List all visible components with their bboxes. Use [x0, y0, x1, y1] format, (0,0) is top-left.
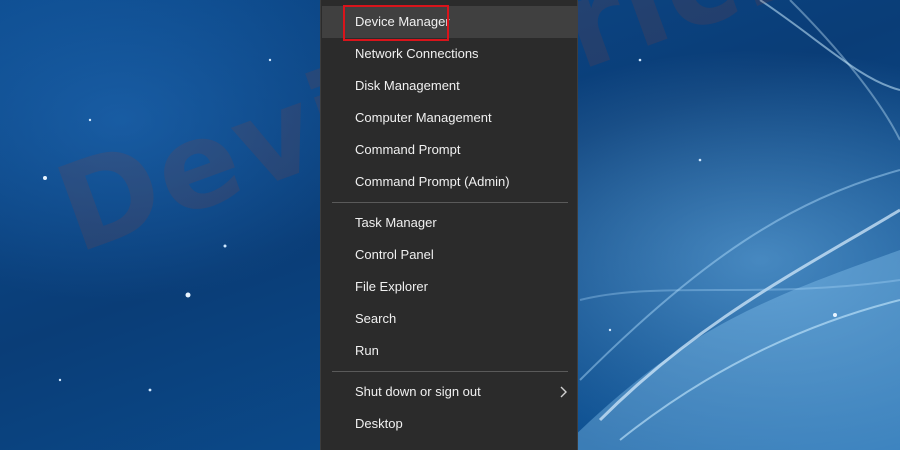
menu-item-label: Command Prompt (Admin) [355, 174, 510, 189]
menu-item-label: Control Panel [355, 247, 434, 262]
menu-item-network-connections[interactable]: Network Connections [322, 38, 578, 70]
menu-item-search[interactable]: Search [322, 303, 578, 335]
menu-item-label: Command Prompt [355, 142, 461, 157]
menu-item-label: Task Manager [355, 215, 437, 230]
menu-item-label: Computer Management [355, 110, 492, 125]
highlight-annotation-box [343, 5, 449, 41]
winx-context-menu: Device Manager Network Connections Disk … [320, 0, 578, 450]
menu-item-label: Disk Management [355, 78, 460, 93]
menu-item-label: Shut down or sign out [355, 384, 481, 399]
menu-item-desktop[interactable]: Desktop [322, 408, 578, 440]
menu-item-shut-down-or-sign-out[interactable]: Shut down or sign out [322, 376, 578, 408]
menu-item-task-manager[interactable]: Task Manager [322, 207, 578, 239]
menu-item-label: Search [355, 311, 397, 326]
menu-item-disk-management[interactable]: Disk Management [322, 70, 578, 102]
chevron-right-icon [560, 386, 567, 398]
menu-separator [332, 371, 568, 372]
menu-item-label: File Explorer [355, 279, 428, 294]
menu-item-label: Run [355, 343, 379, 358]
menu-item-label: Network Connections [355, 46, 479, 61]
menu-item-label: Desktop [355, 416, 403, 431]
menu-item-computer-management[interactable]: Computer Management [322, 102, 578, 134]
menu-item-command-prompt[interactable]: Command Prompt [322, 134, 578, 166]
menu-item-file-explorer[interactable]: File Explorer [322, 271, 578, 303]
menu-item-control-panel[interactable]: Control Panel [322, 239, 578, 271]
menu-separator [332, 202, 568, 203]
menu-item-run[interactable]: Run [322, 335, 578, 367]
menu-item-command-prompt-admin[interactable]: Command Prompt (Admin) [322, 166, 578, 198]
